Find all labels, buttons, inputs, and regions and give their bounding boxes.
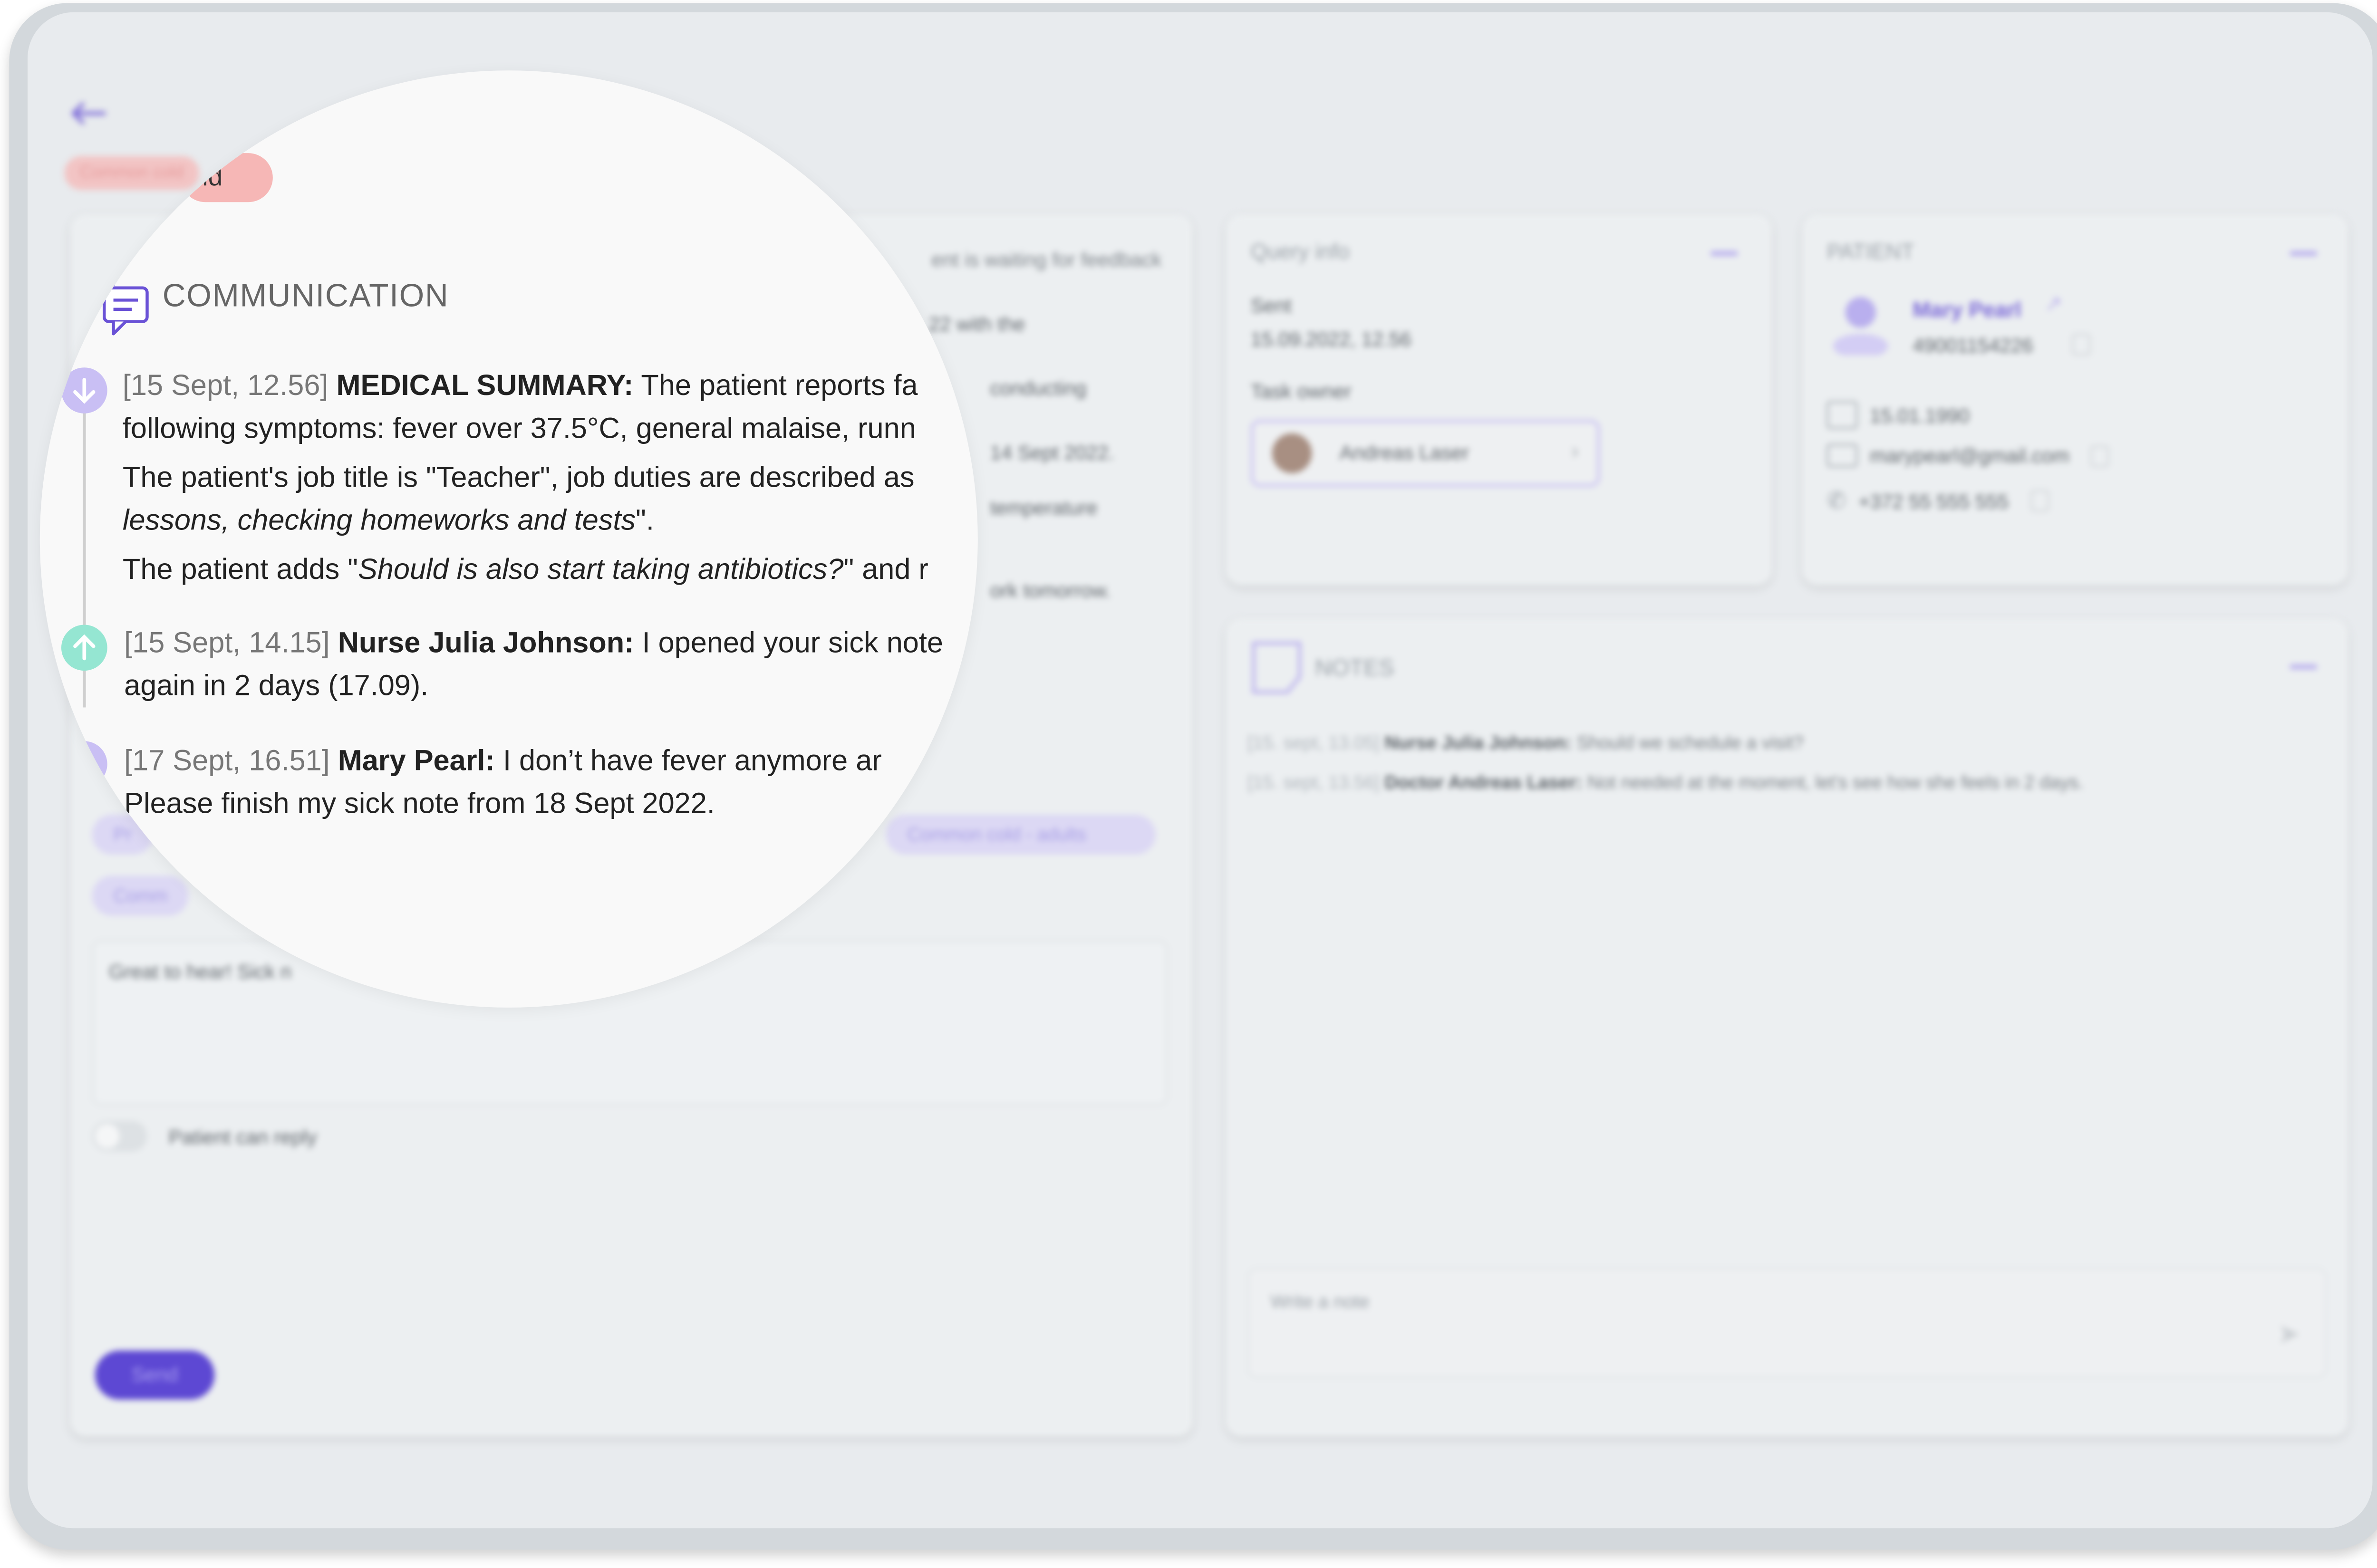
message-author: Mary Pearl: <box>338 745 495 778</box>
message-3: [17 Sept, 16.51] Mary Pearl: I don’t hav… <box>124 741 882 827</box>
message-text-italic: lessons, checking homeworks and tests <box>122 505 636 538</box>
chat-bubble-icon <box>99 268 149 336</box>
chevron-right-icon: › <box>1571 438 1579 462</box>
message-text: The patient reports fa <box>641 370 918 403</box>
birthdate-row: 15.01.1990 <box>1826 401 1970 429</box>
bg-fragment: ork tomorrow. <box>990 578 1111 602</box>
communication-title: COMMUNICATION <box>162 279 449 314</box>
query-info-title: Query info <box>1250 239 1350 264</box>
patient-name-link[interactable]: Mary Pearl <box>1913 297 2021 322</box>
phone-row: ✆ +372 55 555 555 <box>1826 487 2048 515</box>
incoming-message-icon <box>61 367 107 414</box>
copy-icon[interactable] <box>2072 334 2091 356</box>
message-timestamp: [15 Sept, 14.15] <box>124 627 330 660</box>
notes-title: NOTES <box>1315 655 1394 682</box>
magnifier-lens: ld COMMUNICATION [15 Sept, 12.56] MEDICA… <box>39 70 978 1008</box>
mail-icon <box>1826 444 1858 467</box>
message-author: MEDICAL SUMMARY: <box>336 370 634 403</box>
phone: +372 55 555 555 <box>1858 489 2009 512</box>
outgoing-message-icon <box>61 625 107 671</box>
note-author: Nurse Julia Johnson: <box>1384 731 1572 754</box>
calendar-icon <box>1826 401 1858 429</box>
email-row: marypearl@gmail.com <box>1826 444 2109 467</box>
message-text: again in 2 days (17.09). <box>124 671 429 703</box>
owner-name: Andreas Laser <box>1339 441 1469 464</box>
notes-card: NOTES [15. sept, 13.05] Nurse Julia John… <box>1226 618 2348 1436</box>
send-button[interactable]: Send <box>95 1350 215 1400</box>
message-text-italic: Should is also start taking antibiotics? <box>358 554 844 587</box>
message-author: Nurse Julia Johnson: <box>338 627 634 660</box>
note-entry: [15. sept, 13.05] Nurse Julia Johnson: S… <box>1247 732 1804 753</box>
phone-icon: ✆ <box>1826 488 1846 515</box>
message-1: [15 Sept, 12.56] MEDICAL SUMMARY: The pa… <box>123 366 928 593</box>
message-text: Please finish my sick note from 18 Sept … <box>124 789 715 821</box>
patient-id: 49001154226 <box>1913 334 2033 357</box>
bg-fragment: 14 Sept 2022. <box>990 441 1114 464</box>
patient-card: PATIENT Mary Pearl ↗ 49001154226 15.01.1… <box>1802 214 2348 585</box>
message-text: The patient's job title is "Teacher", jo… <box>122 462 915 495</box>
copy-icon[interactable] <box>2091 444 2109 467</box>
note-text: Not needed at the moment, let's see how … <box>1587 771 2084 793</box>
message-text: The patient adds " <box>122 554 358 587</box>
message-timestamp: [15 Sept, 12.56] <box>122 370 329 403</box>
copy-icon[interactable] <box>2030 490 2048 512</box>
bg-fragment: temperature <box>990 496 1098 519</box>
message-timestamp: [17 Sept, 16.51] <box>124 745 330 778</box>
collapse-icon[interactable] <box>1710 251 1738 256</box>
birthdate: 15.01.1990 <box>1870 403 1970 427</box>
sent-value: 15.09.2022, 12.56 <box>1250 327 1411 351</box>
note-text: Should we schedule a visit? <box>1576 731 1804 754</box>
patient-reply-toggle[interactable] <box>92 1121 147 1152</box>
external-link-icon[interactable]: ↗ <box>2045 291 2063 317</box>
bg-fragment: conducting <box>990 376 1087 400</box>
message-text: I opened your sick note <box>642 627 943 660</box>
note-icon <box>1252 641 1302 694</box>
diagnosis-tag-zoom: ld <box>181 153 273 202</box>
collapse-icon[interactable] <box>2290 251 2318 256</box>
message-text: following symptoms: fever over 37.5°C, g… <box>122 413 916 446</box>
person-icon <box>1833 297 1888 356</box>
email: marypearl@gmail.com <box>1870 444 2069 467</box>
note-placeholder: Write a note <box>1270 1290 1370 1312</box>
sent-label: Sent <box>1250 294 1292 317</box>
note-time: [15. sept, 13.56] <box>1247 771 1380 793</box>
message-text: ". <box>636 505 654 538</box>
collapse-icon[interactable] <box>2290 664 2318 669</box>
message-text: I don’t have fever anymore ar <box>503 745 882 778</box>
patient-can-reply-row: Patient can reply <box>92 1121 317 1152</box>
note-time: [15. sept, 13.05] <box>1247 731 1380 754</box>
send-icon[interactable]: ➤ <box>2277 1318 2300 1351</box>
query-info-card: Query info Sent 15.09.2022, 12.56 Task o… <box>1226 214 1772 585</box>
toggle-label: Patient can reply <box>168 1125 317 1148</box>
note-author: Doctor Andreas Laser: <box>1384 771 1583 793</box>
task-owner-select[interactable]: Andreas Laser › <box>1250 419 1600 487</box>
avatar <box>1272 433 1312 473</box>
note-input[interactable]: Write a note ➤ <box>1247 1268 2327 1378</box>
incoming-message-icon <box>73 741 107 787</box>
message-text: " and r <box>843 554 928 587</box>
patient-title: PATIENT <box>1826 239 1914 264</box>
note-entry: [15. sept, 13.56] Doctor Andreas Laser: … <box>1247 772 2084 793</box>
owner-label: Task owner <box>1250 379 1352 403</box>
message-2: [15 Sept, 14.15] Nurse Julia Johnson: I … <box>124 623 943 709</box>
